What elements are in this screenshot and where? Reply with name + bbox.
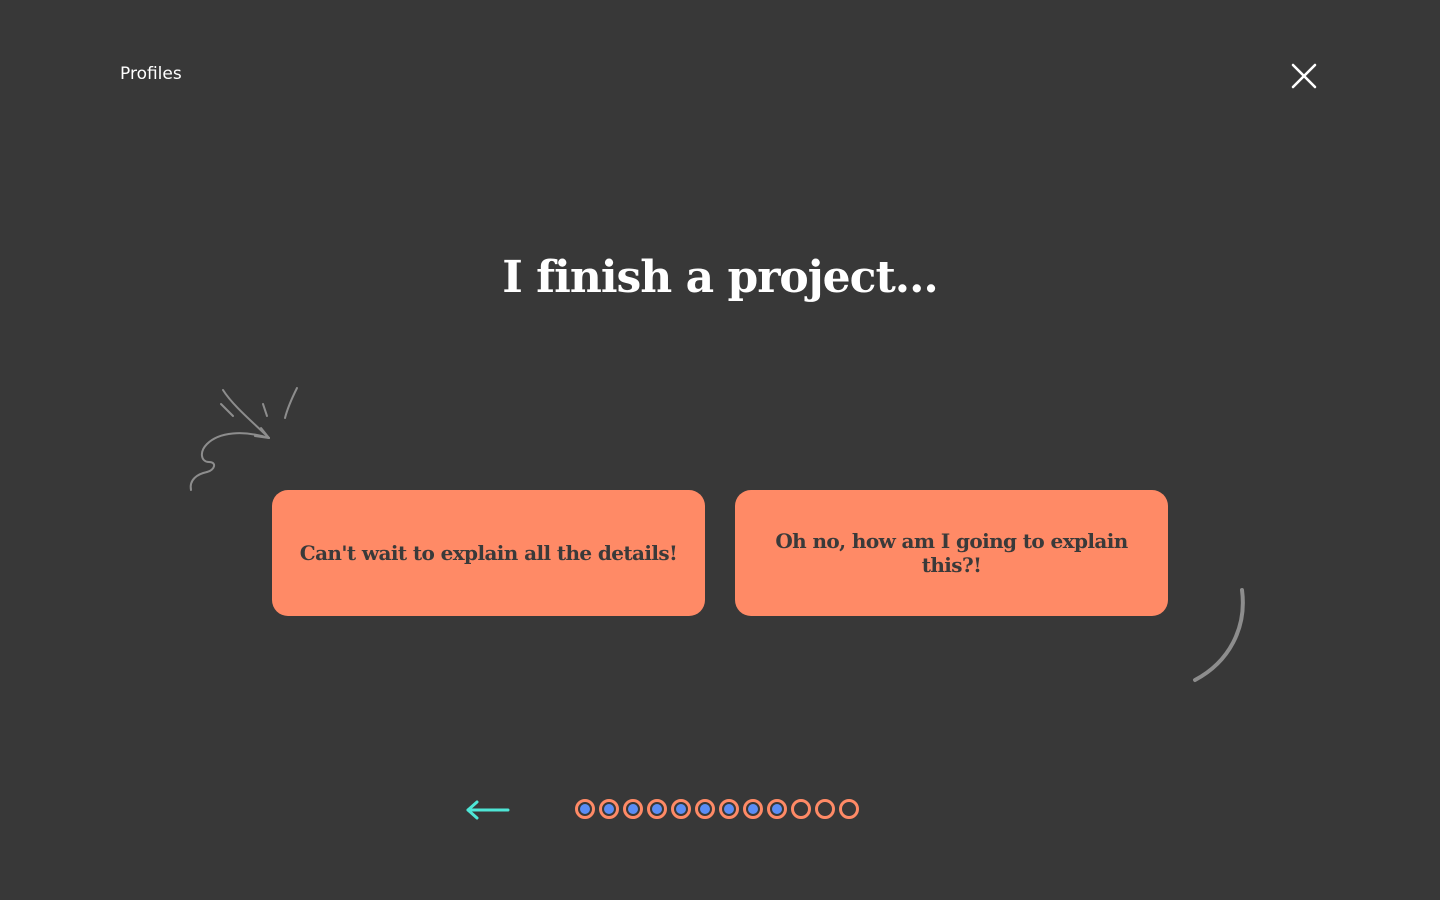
progress-dot-fill	[700, 804, 710, 814]
decorative-doodle-right	[1193, 588, 1245, 682]
progress-dot-fill	[628, 804, 638, 814]
progress-dot-completed	[767, 799, 787, 819]
progress-dot-pending	[815, 799, 835, 819]
progress-dot-fill	[604, 804, 614, 814]
progress-dot-fill	[652, 804, 662, 814]
close-button[interactable]	[1284, 56, 1324, 96]
answer-option-1[interactable]: Can't wait to explain all the details!	[272, 490, 705, 616]
progress-dot-completed	[647, 799, 667, 819]
progress-dot-fill	[580, 804, 590, 814]
progress-dot-fill	[748, 804, 758, 814]
progress-dot-completed	[719, 799, 739, 819]
question-title: I finish a project...	[502, 252, 938, 303]
profiles-link[interactable]: Profiles	[120, 64, 182, 84]
back-arrow-icon	[466, 800, 510, 820]
progress-dot-fill	[676, 804, 686, 814]
progress-dot-completed	[575, 799, 595, 819]
progress-dot-completed	[671, 799, 691, 819]
progress-dot-completed	[695, 799, 715, 819]
progress-dot-pending	[839, 799, 859, 819]
progress-dot-fill	[724, 804, 734, 814]
progress-dot-fill	[772, 804, 782, 814]
progress-dot-completed	[743, 799, 763, 819]
progress-dot-pending	[791, 799, 811, 819]
progress-dot-completed	[599, 799, 619, 819]
progress-dots	[575, 799, 859, 819]
answer-option-2[interactable]: Oh no, how am I going to explain this?!	[735, 490, 1168, 616]
decorative-doodle-left	[189, 387, 298, 491]
progress-dot-completed	[623, 799, 643, 819]
close-icon	[1291, 63, 1317, 89]
back-button[interactable]	[462, 796, 514, 824]
